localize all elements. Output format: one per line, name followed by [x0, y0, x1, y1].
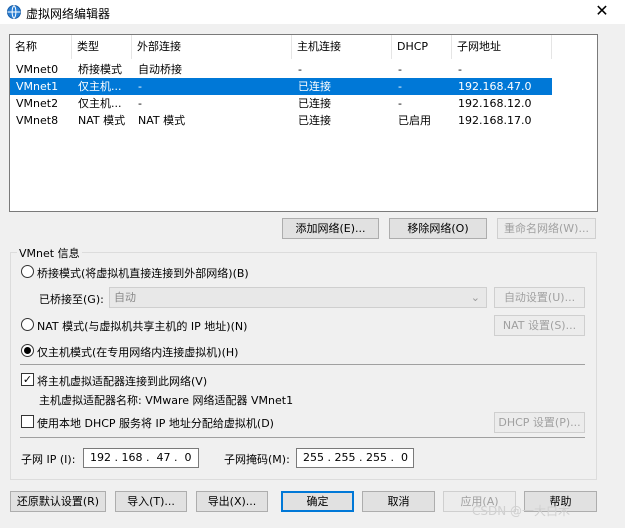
auto-settings-button[interactable]: 自动设置(U)...: [494, 287, 585, 308]
nat-label: NAT 模式(与虚拟机共享主机的 IP 地址)(N): [37, 320, 248, 333]
table-row[interactable]: VMnet2 仅主机... - 已连接 - 192.168.12.0: [10, 95, 597, 112]
add-network-button[interactable]: 添加网络(E)...: [282, 218, 379, 239]
subnet-ip-label: 子网 IP (I):: [21, 453, 76, 466]
table-cell: 192.168.17.0: [458, 114, 532, 127]
table-cell: NAT 模式: [138, 114, 186, 127]
column-header-dhcp[interactable]: DHCP: [392, 35, 452, 59]
connect-adapter-checkbox[interactable]: ✓: [21, 373, 34, 386]
host-only-label: 仅主机模式(在专用网络内连接虚拟机)(H): [37, 346, 239, 359]
rename-network-button[interactable]: 重命名网络(W)...: [497, 218, 596, 239]
table-cell: 已连接: [298, 114, 331, 127]
table-cell: 已连接: [292, 78, 392, 95]
table-cell: VMnet2: [16, 97, 59, 110]
table-cell: 已连接: [298, 97, 331, 110]
subnet-mask-label: 子网掩码(M):: [224, 453, 290, 466]
divider: [20, 364, 585, 365]
table-cell: -: [398, 97, 402, 110]
nat-settings-button[interactable]: NAT 设置(S)...: [494, 315, 585, 336]
remove-network-button[interactable]: 移除网络(O): [389, 218, 487, 239]
column-header-type[interactable]: 类型: [72, 35, 132, 59]
bridged-to-select[interactable]: 自动 ⌄: [109, 287, 487, 308]
restore-defaults-button[interactable]: 还原默认设置(R): [10, 491, 106, 512]
divider: [20, 437, 585, 438]
table-cell: VMnet8: [16, 114, 59, 127]
table-cell: 已启用: [398, 114, 431, 127]
table-row[interactable]: VMnet8 NAT 模式 NAT 模式 已连接 已启用 192.168.17.0: [10, 112, 597, 129]
table-cell: 自动桥接: [138, 63, 182, 76]
column-header-host[interactable]: 主机连接: [292, 35, 392, 59]
dhcp-settings-button[interactable]: DHCP 设置(P)...: [494, 412, 585, 433]
dhcp-checkbox[interactable]: [21, 415, 34, 428]
watermark: CSDN @一大白木: [472, 504, 571, 518]
ok-button[interactable]: 确定: [281, 491, 354, 512]
table-cell: NAT 模式: [78, 114, 126, 127]
table-cell: -: [398, 63, 402, 76]
table-cell: -: [392, 78, 452, 95]
window-title: 虚拟网络编辑器: [26, 7, 111, 21]
cancel-button[interactable]: 取消: [362, 491, 435, 512]
network-table: 名称 类型 外部连接 主机连接 DHCP 子网地址 VMnet0 桥接模式 自动桥接…: [9, 34, 598, 212]
table-cell: -: [138, 97, 142, 110]
export-button[interactable]: 导出(X)...: [196, 491, 268, 512]
nat-radio[interactable]: [21, 318, 34, 331]
table-row[interactable]: VMnet0 桥接模式 自动桥接 - - -: [10, 61, 597, 78]
table-cell: VMnet0: [16, 63, 59, 76]
dhcp-label: 使用本地 DHCP 服务将 IP 地址分配给虚拟机(D): [37, 417, 274, 430]
table-cell: 桥接模式: [78, 63, 122, 76]
table-cell: 仅主机...: [72, 78, 132, 95]
import-button[interactable]: 导入(T)...: [115, 491, 187, 512]
vmnet-info-title: VMnet 信息: [17, 245, 82, 261]
connect-adapter-label: 将主机虚拟适配器连接到此网络(V): [37, 375, 208, 388]
bridged-to-label: 已桥接至(G):: [39, 293, 104, 306]
bridged-to-value: 自动: [114, 291, 136, 304]
subnet-ip-input[interactable]: 192 . 168 . 47 . 0: [83, 448, 199, 468]
bridged-label: 桥接模式(将虚拟机直接连接到外部网络)(B): [37, 267, 249, 280]
table-cell: -: [298, 63, 302, 76]
table-cell: 仅主机...: [78, 97, 122, 110]
bridged-radio[interactable]: [21, 265, 34, 278]
subnet-mask-input[interactable]: 255 . 255 . 255 . 0: [296, 448, 414, 468]
host-only-radio[interactable]: [21, 344, 34, 357]
chevron-down-icon: ⌄: [470, 291, 480, 304]
table-cell: -: [458, 63, 462, 76]
close-button[interactable]: ✕: [579, 0, 625, 24]
network-globe-icon: [7, 5, 21, 19]
column-header-name[interactable]: 名称: [10, 35, 72, 59]
adapter-name-label: 主机虚拟适配器名称: VMware 网络适配器 VMnet1: [39, 394, 294, 407]
column-header-external[interactable]: 外部连接: [132, 35, 292, 59]
table-header: 名称 类型 外部连接 主机连接 DHCP 子网地址: [10, 35, 597, 59]
table-cell: 192.168.47.0: [452, 78, 552, 95]
table-cell: 192.168.12.0: [458, 97, 532, 110]
column-header-subnet[interactable]: 子网地址: [452, 35, 552, 59]
table-cell: -: [132, 78, 292, 95]
title-bar: 虚拟网络编辑器 ✕: [0, 0, 625, 24]
table-cell: VMnet1: [10, 78, 72, 95]
table-row[interactable]: VMnet1 仅主机... - 已连接 -192.168.47.0: [10, 78, 597, 95]
